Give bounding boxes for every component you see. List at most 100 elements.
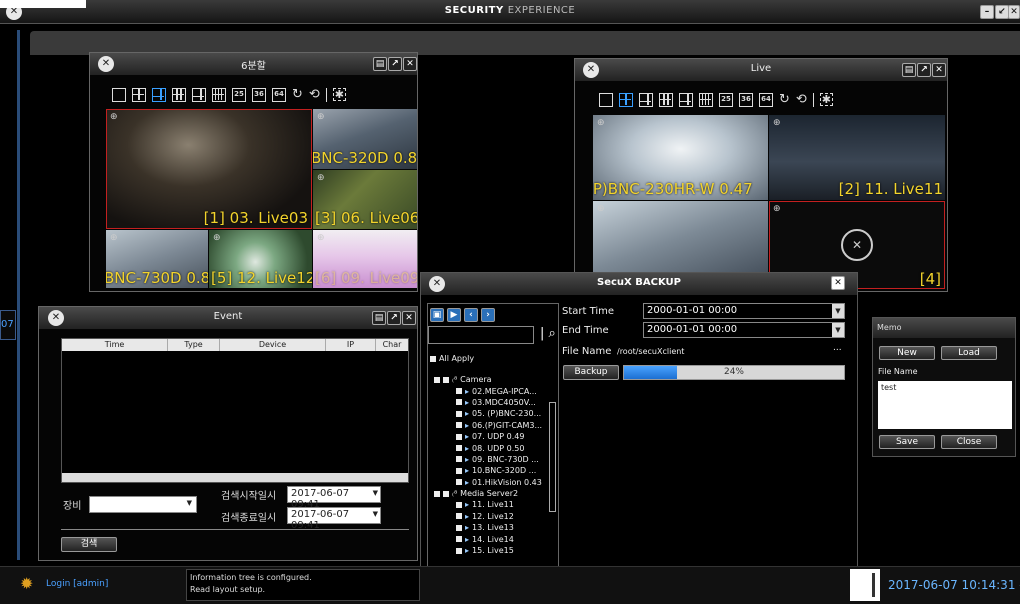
- col-char[interactable]: Char: [376, 339, 408, 351]
- live-tile-2[interactable]: ⊕ [2] 11. Live11: [769, 115, 945, 200]
- tree-search-input[interactable]: [428, 326, 534, 344]
- video-tile-2[interactable]: ⊕ BNC-320D 0.84: [313, 109, 417, 169]
- restore-icon[interactable]: ↙: [995, 5, 1009, 19]
- memo-load-button[interactable]: Load: [941, 346, 997, 360]
- layout-6-icon[interactable]: [639, 92, 653, 107]
- tree-item[interactable]: ▸ 01.HikVision 0.43: [434, 477, 548, 488]
- tree-group-media-server[interactable]: ₍⁸ Media Server2: [434, 488, 548, 499]
- tree-collapse-icon[interactable]: ▣: [430, 308, 444, 322]
- tree-group-camera[interactable]: ₍⁸ Camera: [434, 374, 548, 385]
- search-icon[interactable]: | ⌕: [540, 326, 556, 341]
- tree-item[interactable]: ▸ 11. Live11: [434, 499, 548, 510]
- live-settings-icon[interactable]: ▤: [902, 63, 916, 77]
- split6-popout-icon[interactable]: ↗: [388, 57, 402, 71]
- col-type[interactable]: Type: [168, 339, 220, 351]
- tree-item[interactable]: ▸ 10.BNC-320D ...: [434, 465, 548, 476]
- event-popout-icon[interactable]: ↗: [387, 311, 401, 325]
- memo-save-button[interactable]: Save: [879, 435, 935, 449]
- video-tile-6[interactable]: ⊕ [6] 09. Live09: [313, 230, 417, 288]
- tree-v-scrollbar[interactable]: [549, 402, 556, 512]
- video-tile-5[interactable]: ⊕ [5] 12. Live12: [209, 230, 312, 288]
- layout-1-icon[interactable]: [112, 87, 126, 102]
- zoom-icon[interactable]: ⊕: [773, 118, 781, 128]
- layout-4-icon[interactable]: [132, 87, 146, 102]
- backup-button[interactable]: Backup: [563, 365, 619, 380]
- start-time-field[interactable]: 2000-01-01 00:00 ▼: [643, 303, 845, 319]
- zoom-icon[interactable]: ⊕: [317, 173, 325, 183]
- window-close-icon[interactable]: ✕: [1008, 5, 1020, 19]
- split6-close-btn-icon[interactable]: ✕: [403, 57, 417, 71]
- event-close-btn-icon[interactable]: ✕: [402, 311, 416, 325]
- layout-4-icon[interactable]: [619, 92, 633, 107]
- zoom-icon[interactable]: ⊕: [317, 233, 325, 243]
- layout-64-icon[interactable]: 64: [272, 87, 286, 102]
- backup-close-btn-icon[interactable]: ✕: [831, 276, 845, 290]
- auto-rotate-icon[interactable]: ⟲: [796, 92, 807, 107]
- video-tile-4[interactable]: ⊕ BNC-730D 0.83: [106, 230, 208, 288]
- device-select[interactable]: ▼: [89, 496, 197, 513]
- live-close-btn-icon[interactable]: ✕: [932, 63, 946, 77]
- event-settings-icon[interactable]: ▤: [372, 311, 386, 325]
- tree-item[interactable]: ▸ 02.MEGA-IPCA...: [434, 385, 548, 396]
- col-ip[interactable]: IP: [326, 339, 376, 351]
- event-h-scrollbar[interactable]: [62, 473, 408, 482]
- layout-64-icon[interactable]: 64: [759, 92, 773, 107]
- layout-36-icon[interactable]: 36: [739, 92, 753, 107]
- layout-1-icon[interactable]: [599, 92, 613, 107]
- memo-textarea[interactable]: test: [878, 381, 1012, 429]
- tree-item[interactable]: ▸ 09. BNC-730D ...: [434, 454, 548, 465]
- layout-25-icon[interactable]: 25: [232, 87, 246, 102]
- chevron-down-icon[interactable]: ▼: [832, 304, 844, 318]
- minimize-icon[interactable]: –: [980, 5, 994, 19]
- tree-item[interactable]: ▸ 05. (P)BNC-230...: [434, 408, 548, 419]
- zoom-icon[interactable]: ⊕: [110, 112, 118, 122]
- all-apply-checkbox[interactable]: All Apply: [430, 354, 474, 363]
- layout-9-icon[interactable]: [172, 87, 186, 102]
- tree-item[interactable]: ▸ 03.MDC4050V...: [434, 397, 548, 408]
- tree-item[interactable]: ▸ 07. UDP 0.49: [434, 431, 548, 442]
- auto-rotate-icon[interactable]: ⟲: [309, 87, 320, 102]
- gear-icon[interactable]: ✹: [20, 574, 33, 593]
- layout-10-icon[interactable]: [192, 87, 206, 102]
- memo-close-button[interactable]: Close: [941, 435, 997, 449]
- layout-10-icon[interactable]: [679, 92, 693, 107]
- tree-expand-icon[interactable]: ▶: [447, 308, 461, 322]
- layout-16-icon[interactable]: [212, 87, 226, 102]
- zoom-icon[interactable]: ⊕: [317, 112, 325, 122]
- col-time[interactable]: Time: [62, 339, 168, 351]
- rotate-icon[interactable]: ↻: [779, 92, 790, 107]
- start-datetime-field[interactable]: 2017-06-07 09:41 ▼: [287, 486, 381, 510]
- layout-6-icon[interactable]: [152, 87, 166, 102]
- zoom-icon[interactable]: ⊕: [213, 233, 221, 243]
- search-button[interactable]: 검색: [61, 537, 117, 552]
- tree-item[interactable]: ▸ 15. Live15: [434, 545, 548, 556]
- chevron-down-icon[interactable]: ▼: [832, 323, 844, 337]
- layout-36-icon[interactable]: 36: [252, 87, 266, 102]
- layout-9-icon[interactable]: [659, 92, 673, 107]
- layout-25-icon[interactable]: 25: [719, 92, 733, 107]
- video-tile-3[interactable]: ⊕ [3] 06. Live06: [313, 170, 417, 229]
- tree-prev-icon[interactable]: ‹: [464, 308, 478, 322]
- tree-item[interactable]: ▸ 08. UDP 0.50: [434, 442, 548, 453]
- live-tile-1[interactable]: ⊕ (P)BNC-230HR-W 0.47: [593, 115, 768, 200]
- tree-item[interactable]: ▸ 06.(P)GIT-CAM3...: [434, 420, 548, 431]
- live-popout-icon[interactable]: ↗: [917, 63, 931, 77]
- zoom-icon[interactable]: ⊕: [597, 118, 605, 128]
- end-time-field[interactable]: 2000-01-01 00:00 ▼: [643, 322, 845, 338]
- zoom-icon[interactable]: ⊕: [773, 204, 781, 214]
- rotate-icon[interactable]: ↻: [292, 87, 303, 102]
- end-datetime-field[interactable]: 2017-06-07 09:41 ▼: [287, 507, 381, 531]
- fullscreen-icon[interactable]: ✱: [819, 93, 833, 106]
- col-device[interactable]: Device: [220, 339, 326, 351]
- tree-item[interactable]: ▸ 12. Live12: [434, 511, 548, 522]
- tree-item[interactable]: ▸ 14. Live14: [434, 533, 548, 544]
- zoom-icon[interactable]: ⊕: [597, 204, 605, 214]
- status-scroll-widget[interactable]: [850, 569, 880, 601]
- tree-item[interactable]: ▸ 13. Live13: [434, 522, 548, 533]
- memo-new-button[interactable]: New: [879, 346, 935, 360]
- split6-settings-icon[interactable]: ▤: [373, 57, 387, 71]
- fullscreen-icon[interactable]: ✱: [332, 88, 346, 101]
- video-tile-1[interactable]: ⊕ [1] 03. Live03: [106, 109, 312, 229]
- layout-16-icon[interactable]: [699, 92, 713, 107]
- file-browse-button[interactable]: ...: [833, 343, 842, 353]
